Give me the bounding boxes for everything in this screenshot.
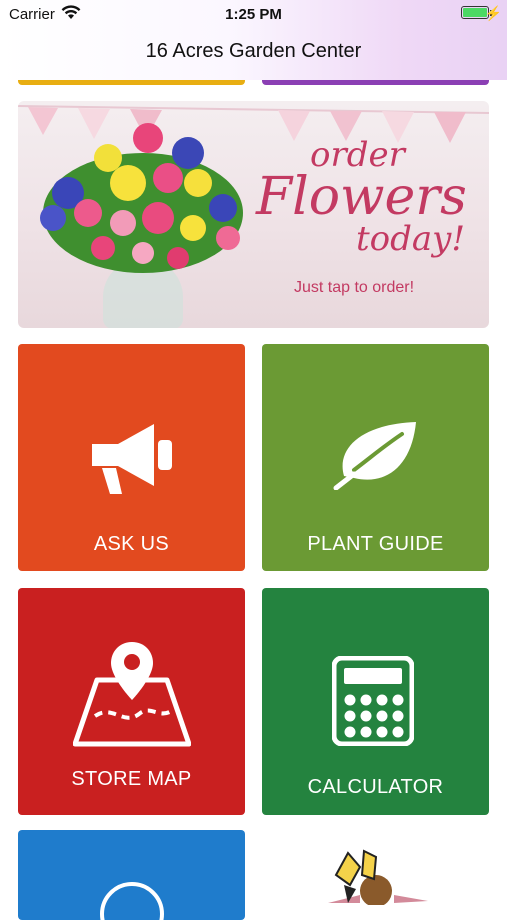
calculator-icon (332, 656, 414, 746)
tile-peek-yellow[interactable] (18, 80, 245, 85)
map-pin-icon (73, 642, 191, 747)
app-header: Carrier 1:25 PM ⚡ 16 Acres Garden Center (0, 0, 507, 80)
butterfly-flower-image[interactable] (318, 845, 438, 905)
blue-tile[interactable] (18, 830, 245, 920)
ask-us-label: ASK US (93, 533, 170, 555)
banner-line-flowers: Flowers (256, 167, 467, 227)
calculator-tile[interactable]: CALCULATOR (262, 588, 489, 815)
tile-peek-purple[interactable] (262, 80, 489, 85)
calculator-label: CALCULATOR (307, 776, 444, 798)
banner-tagline: Just tap to order! (294, 279, 415, 296)
store-map-label: STORE MAP (71, 768, 192, 790)
plant-guide-tile[interactable]: PLANT GUIDE (262, 344, 489, 571)
status-time: 1:25 PM (225, 6, 282, 23)
plant-guide-label: PLANT GUIDE (307, 533, 444, 555)
leaf-icon (333, 422, 416, 490)
ask-us-tile[interactable]: ASK US (18, 344, 245, 571)
flower-bouquet-image (40, 123, 243, 273)
order-flowers-banner[interactable]: order Flowers today! Just tap to order! (18, 101, 489, 328)
page-title: 16 Acres Garden Center (145, 40, 362, 62)
charging-bolt-icon: ⚡ (484, 5, 502, 21)
circle-icon (100, 882, 164, 920)
banner-line-today: today! (356, 219, 466, 259)
megaphone-icon (92, 424, 172, 494)
store-map-tile[interactable]: STORE MAP (18, 588, 245, 815)
status-bar: Carrier 1:25 PM ⚡ (0, 0, 507, 28)
